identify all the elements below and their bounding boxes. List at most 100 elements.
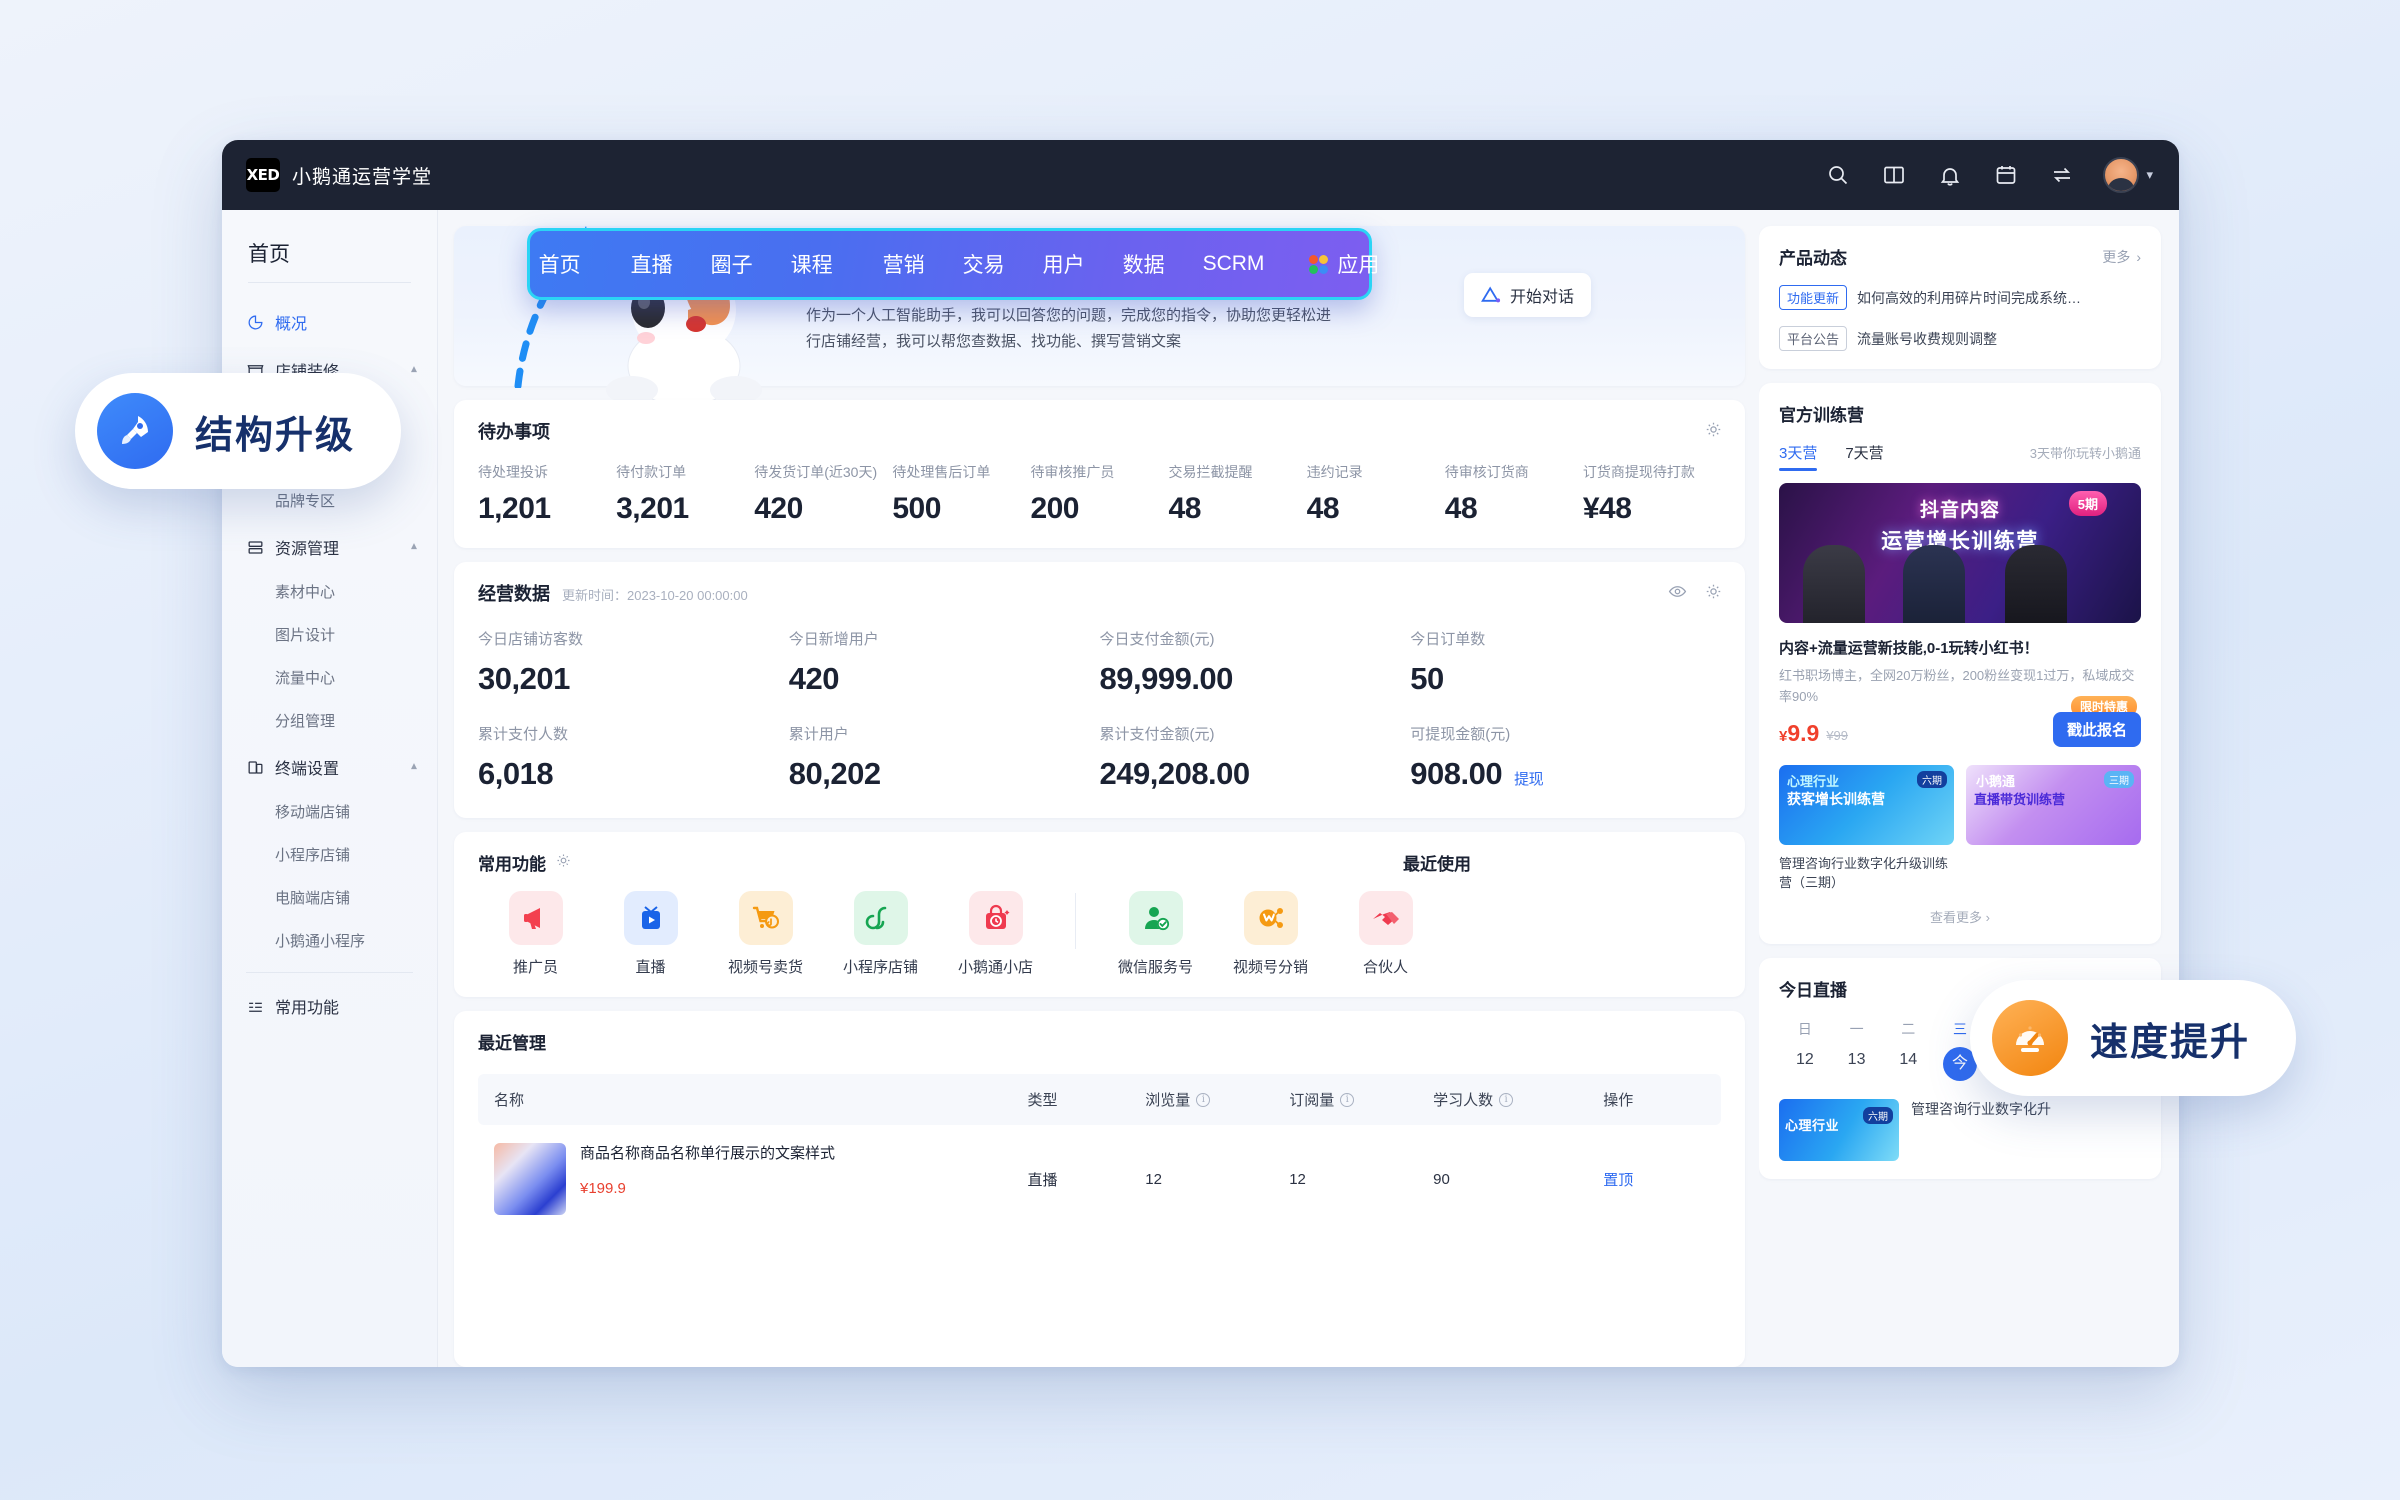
info-icon[interactable]: i	[1196, 1092, 1211, 1107]
withdraw-link[interactable]: 提现	[1514, 768, 1544, 789]
todo-item[interactable]: 待处理售后订单 500	[892, 462, 1030, 526]
sidebar-subitem-miniprogram-store[interactable]: 小程序店铺	[222, 833, 437, 876]
biz-metric[interactable]: 今日新增用户 420	[789, 628, 1100, 697]
sidebar-item-resources[interactable]: 资源管理 ▾	[222, 524, 437, 570]
camp-thumb-title: 小鹅通	[1976, 773, 2016, 789]
todo-label: 待发货订单(近30天)	[754, 464, 878, 480]
visibility-eye-icon[interactable]	[1668, 582, 1687, 606]
biz-metric[interactable]: 今日店铺访客数 30,201	[478, 628, 789, 697]
pin-to-top-link[interactable]: 置顶	[1603, 1172, 1633, 1189]
todo-settings-gear-icon[interactable]	[1704, 420, 1723, 444]
camp-view-more-link[interactable]: 查看更多 ›	[1779, 907, 2141, 926]
sidebar-subitem-imagedesign[interactable]: 图片设计	[222, 613, 437, 656]
todo-item[interactable]: 交易拦截提醒 48	[1169, 462, 1307, 526]
product-news-title: 产品动态	[1779, 249, 1847, 268]
top-bar: XED 小鹅通运营学堂 ▾	[222, 140, 2179, 210]
sidebar-subitem-material[interactable]: 素材中心	[222, 570, 437, 613]
book-icon[interactable]	[1879, 160, 1909, 190]
biz-metric[interactable]: 今日支付金额(元) 89,999.00	[1100, 628, 1411, 697]
week-day[interactable]: 二 14	[1882, 1019, 1934, 1081]
nav-item-scrm[interactable]: SCRM	[1184, 252, 1284, 276]
chevron-up-icon: ▾	[410, 540, 417, 554]
nav-item-live[interactable]: 直播	[612, 249, 692, 279]
product-news-more-link[interactable]: 更多 ›	[2102, 247, 2141, 267]
product-name: 商品名称商品名称单行展示的文案样式	[580, 1145, 836, 1162]
functions-settings-gear-icon[interactable]	[555, 852, 572, 874]
sidebar-item-terminal[interactable]: 终端设置 ▾	[222, 744, 437, 790]
official-camp-title: 官方训练营	[1779, 406, 1864, 425]
biz-metric[interactable]: 累计支付人数 6,018	[478, 723, 789, 792]
week-day[interactable]: 一 13	[1831, 1019, 1883, 1081]
switch-icon[interactable]	[2047, 160, 2077, 190]
todo-item[interactable]: 待审核订货商 48	[1445, 462, 1583, 526]
camp-tab-3day[interactable]: 3天营	[1779, 442, 1818, 471]
todo-item[interactable]: 订货商提现待打款 ¥48	[1583, 462, 1721, 526]
function-item-xiaoetong-shop[interactable]: 小鹅通小店	[938, 891, 1053, 977]
todo-item[interactable]: 待审核推广员 200	[1030, 462, 1168, 526]
nav-item-apps[interactable]: 应用	[1295, 249, 1379, 279]
sidebar-item-overview[interactable]: 概况	[222, 299, 437, 345]
biz-metric[interactable]: 可提现金额(元) 908.00 提现	[1410, 723, 1721, 792]
todo-item[interactable]: 待处理投诉 1,201	[478, 462, 616, 526]
camp-signup-button[interactable]: 戳此报名	[2052, 711, 2141, 747]
nav-item-course[interactable]: 课程	[772, 249, 852, 279]
info-icon[interactable]: i	[1340, 1092, 1355, 1107]
function-item-promoter[interactable]: 推广员	[478, 891, 593, 977]
sidebar-subitem-grouping[interactable]: 分组管理	[222, 699, 437, 742]
biz-metric[interactable]: 累计用户 80,202	[789, 723, 1100, 792]
todo-metric-row: 待处理投诉 1,201 待付款订单 3,201 待发货订单(近30天) 420 …	[478, 462, 1721, 526]
function-item-live[interactable]: 直播	[593, 891, 708, 977]
todo-label: 订货商提现待打款	[1582, 464, 1695, 480]
nav-item-home[interactable]: 首页	[520, 249, 600, 279]
calendar-icon[interactable]	[1991, 160, 2021, 190]
sidebar-subitem-xiaoetong-miniprogram[interactable]: 小鹅通小程序	[222, 919, 437, 962]
news-item[interactable]: 功能更新 如何高效的利用碎片时间完成系统…	[1779, 285, 2141, 310]
function-item-miniprogram-store[interactable]: 小程序店铺	[823, 891, 938, 977]
start-conversation-button[interactable]: 开始对话	[1463, 273, 1591, 317]
function-item-channel-sell[interactable]: 视频号卖货	[708, 891, 823, 977]
biz-label: 今日新增用户	[788, 631, 879, 648]
camp-thumb[interactable]: 心理行业 获客增长训练营 六期 管理咨询行业数字化升级训练营（三期）	[1779, 764, 1954, 893]
live-list-item[interactable]: 心理行业 六期 管理咨询行业数字化升	[1779, 1098, 2141, 1161]
functions-divider	[1075, 893, 1076, 949]
search-icon[interactable]	[1823, 160, 1853, 190]
biz-metric[interactable]: 累计支付金额(元) 249,208.00	[1100, 723, 1411, 792]
main-content: 您好，我是通通，您的智能AI助手 作为一个人工智能助手，我可以回答您的问题，完成…	[438, 210, 1759, 1367]
chevron-up-icon: ▾	[410, 363, 417, 377]
todo-value: 48	[1168, 492, 1202, 525]
avatar-menu[interactable]: ▾	[2103, 157, 2153, 193]
bell-icon[interactable]	[1935, 160, 1965, 190]
business-data-settings-gear-icon[interactable]	[1704, 582, 1723, 606]
todo-item[interactable]: 待付款订单 3,201	[616, 462, 754, 526]
camp-thumb[interactable]: 小鹅通 直播带货训练营 三期	[1966, 764, 2141, 893]
camp-tab-7day[interactable]: 7天营	[1845, 442, 1883, 471]
function-item-partner[interactable]: 合伙人	[1328, 891, 1443, 977]
sidebar-subitem-mobile-store[interactable]: 移动端店铺	[222, 790, 437, 833]
function-item-wechat-service[interactable]: 微信服务号	[1098, 891, 1213, 977]
column-action: 操作	[1603, 1074, 1721, 1125]
table-row[interactable]: 商品名称商品名称单行展示的文案样式 ¥199.9 直播 12 12 90 置顶	[478, 1125, 1721, 1233]
sidebar-group-terminal: 终端设置 ▾ 移动端店铺 小程序店铺 电脑端店铺 小鹅通小程序	[222, 744, 437, 962]
nav-item-transaction[interactable]: 交易	[944, 249, 1024, 279]
info-icon[interactable]: i	[1499, 1092, 1514, 1107]
todo-item[interactable]: 待发货订单(近30天) 420	[754, 462, 892, 526]
list-icon	[246, 997, 265, 1016]
camp-thumb-image: 小鹅通 直播带货训练营 三期	[1966, 764, 2141, 845]
biz-metric[interactable]: 今日订单数 50	[1410, 628, 1721, 697]
sidebar-item-common-functions[interactable]: 常用功能	[222, 983, 437, 1029]
biz-value: 30,201	[478, 661, 570, 696]
todo-item[interactable]: 违约记录 48	[1307, 462, 1445, 526]
sidebar-subitem-traffic[interactable]: 流量中心	[222, 656, 437, 699]
nav-item-users[interactable]: 用户	[1024, 249, 1104, 279]
function-item-channel-distribution[interactable]: 视频号分销	[1213, 891, 1328, 977]
nav-item-marketing[interactable]: 营销	[864, 249, 944, 279]
week-day-name: 日	[1797, 1020, 1812, 1037]
nav-item-circle[interactable]: 圈子	[692, 249, 772, 279]
sidebar-subitem-pc-store[interactable]: 电脑端店铺	[222, 876, 437, 919]
camp-banner-image[interactable]: 抖音内容 运营增长训练营 5期	[1779, 483, 2141, 623]
week-day[interactable]: 日 12	[1779, 1019, 1831, 1081]
nav-item-data[interactable]: 数据	[1104, 249, 1184, 279]
avatar[interactable]	[2103, 157, 2140, 193]
body-area: 首页 概况 店铺装修 ▾	[222, 210, 2179, 1367]
news-item[interactable]: 平台公告 流量账号收费规则调整	[1779, 326, 2141, 351]
